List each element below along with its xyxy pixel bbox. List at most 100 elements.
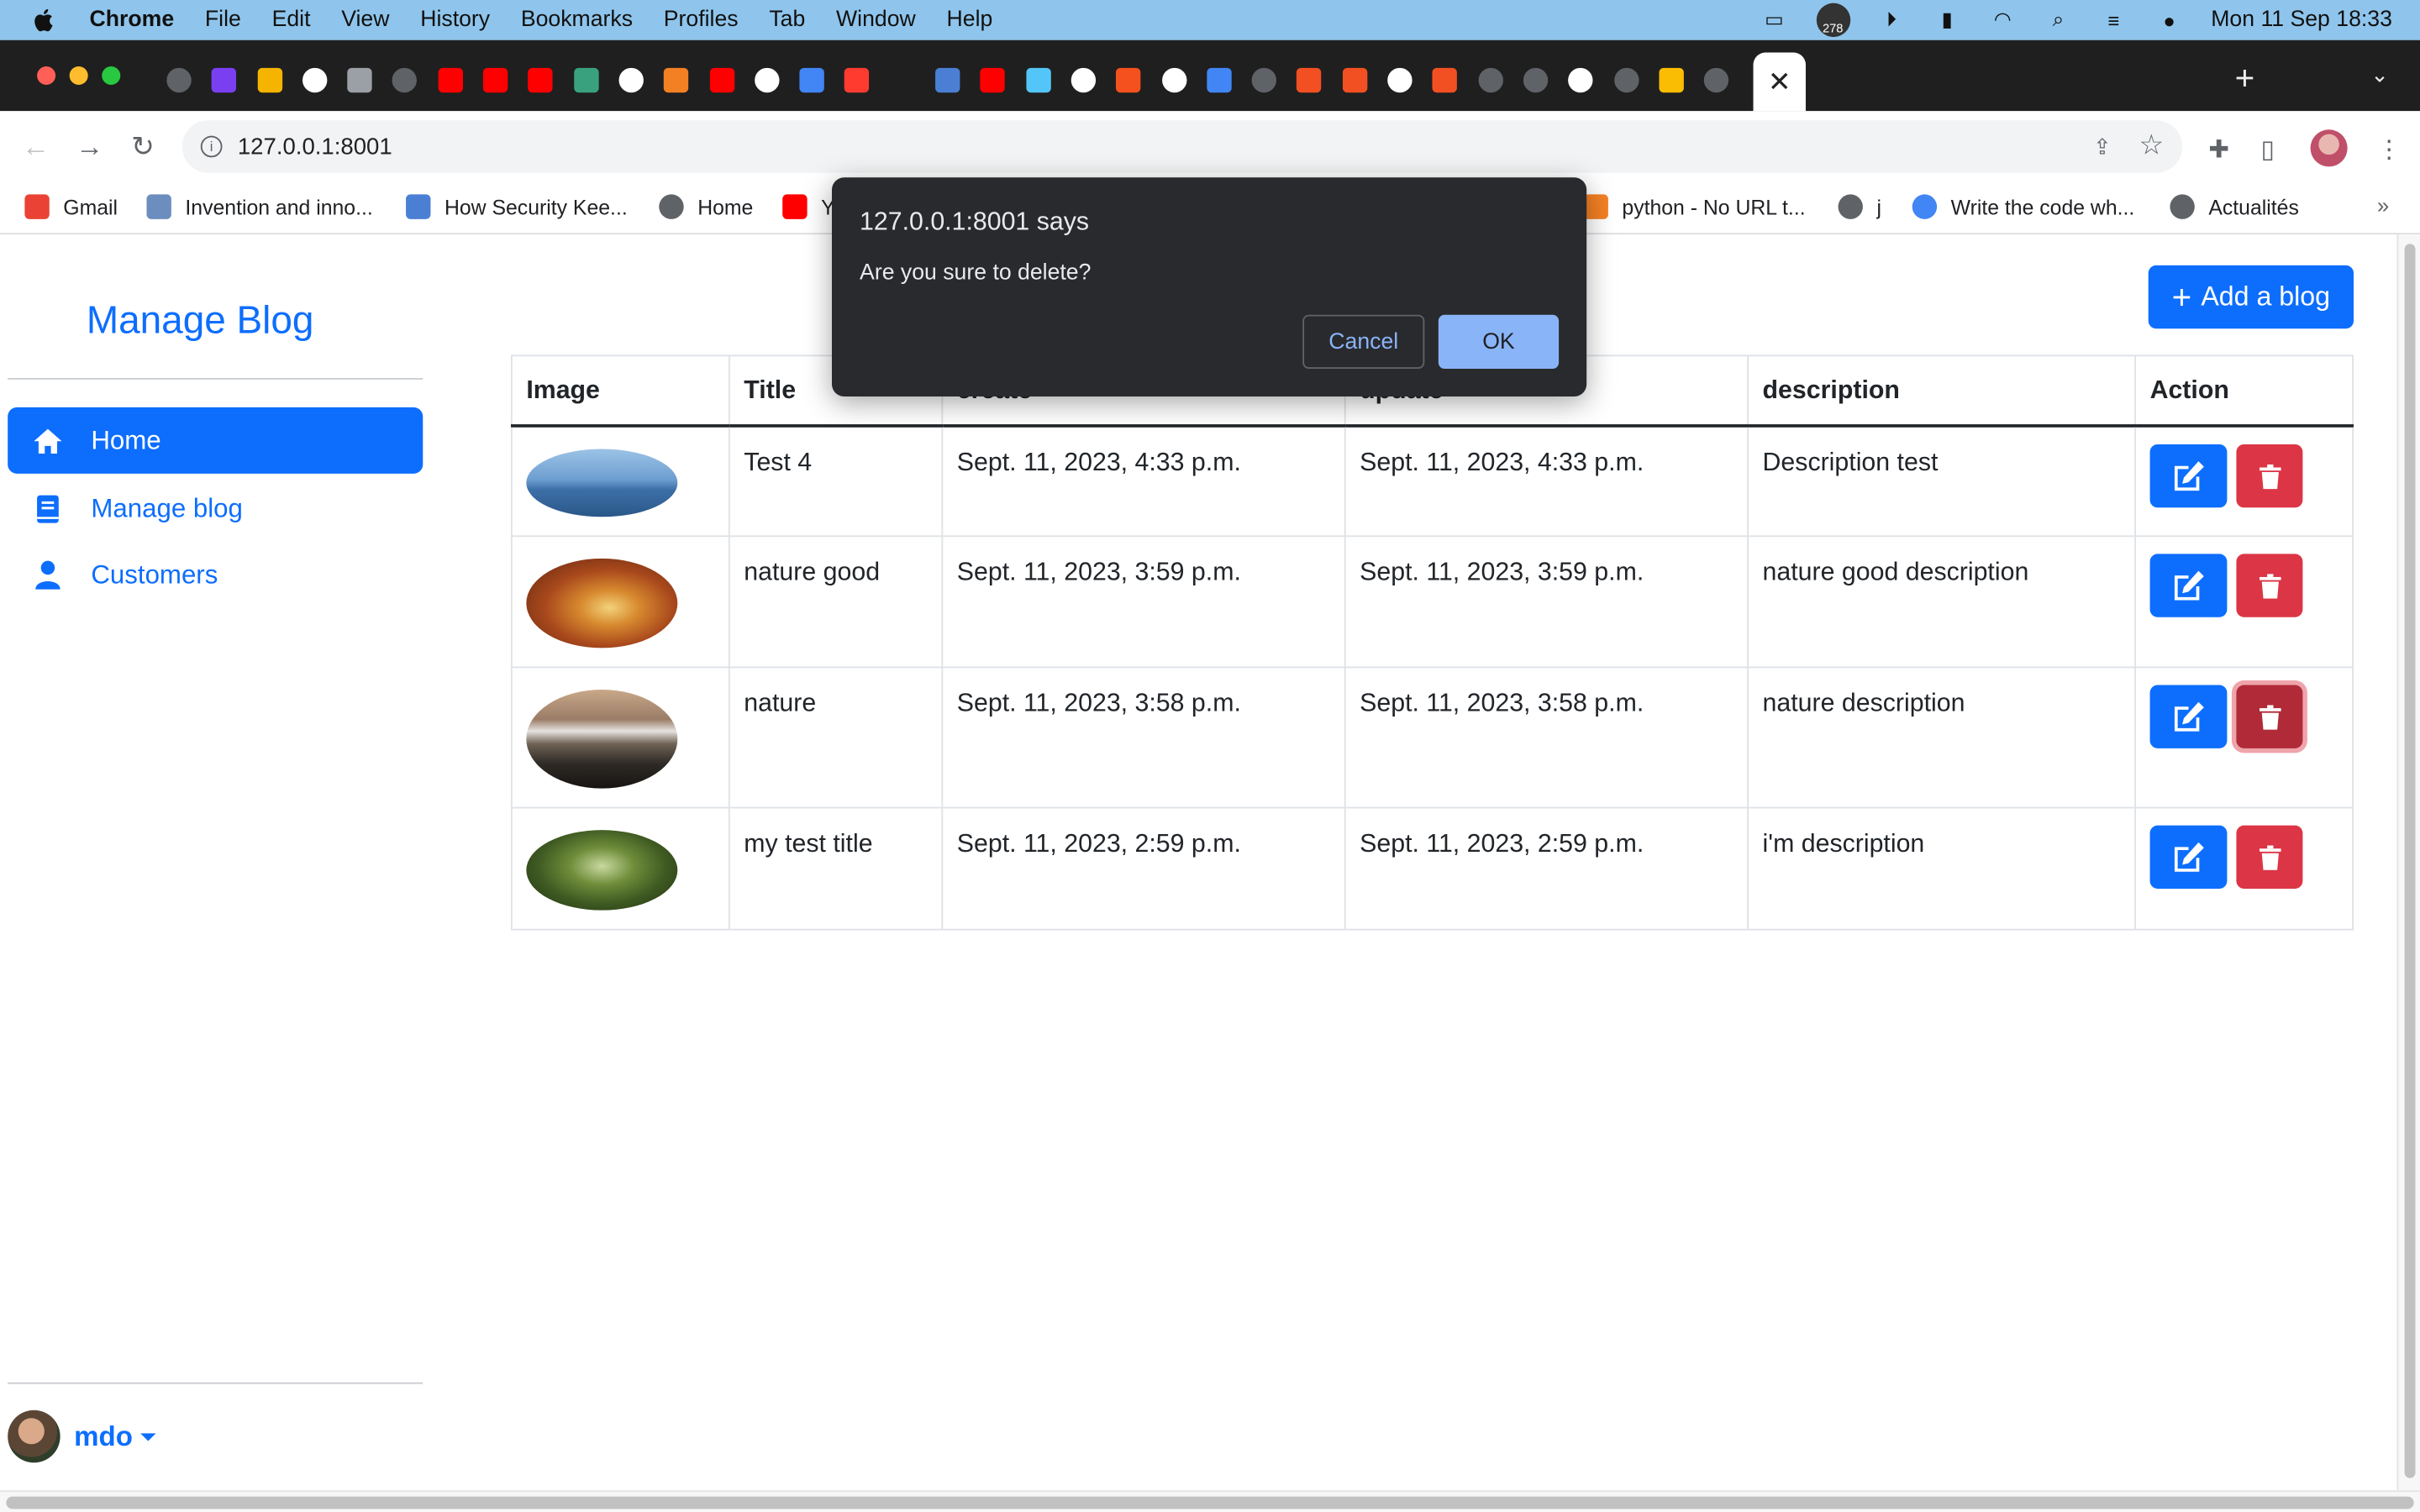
bookmark-item[interactable]: Invention and inno... (146, 194, 373, 219)
address-bar[interactable]: i 127.0.0.1:8001 ⇪ ☆ (182, 120, 2183, 173)
menu-tab[interactable]: Tab (769, 8, 805, 32)
menu-window[interactable]: Window (836, 8, 916, 32)
tab-favicon-icon[interactable] (1161, 67, 1186, 93)
site-info-icon[interactable]: i (200, 135, 223, 158)
tab-favicon-icon[interactable] (980, 67, 1006, 93)
tab-favicon-icon[interactable] (392, 67, 418, 93)
menu-profiles[interactable]: Profiles (664, 8, 739, 32)
scrollbar-thumb[interactable] (2404, 244, 2416, 1478)
tab-favicon-icon[interactable] (754, 67, 780, 93)
tab-search-chevron-icon[interactable]: ⌄ (2370, 61, 2389, 87)
play-icon[interactable]: ⏵ (1877, 8, 1905, 31)
delete-button[interactable] (2236, 554, 2303, 617)
close-window-icon[interactable] (37, 66, 56, 86)
tab-favicon-icon[interactable] (212, 67, 237, 93)
bookmark-item[interactable]: Gmail (24, 194, 118, 219)
share-icon[interactable]: ⇪ (2093, 134, 2112, 160)
profile-avatar[interactable] (2310, 129, 2348, 167)
tab-favicon-icon[interactable] (709, 67, 734, 93)
tab-favicon-icon[interactable] (1207, 67, 1232, 93)
menu-app-name[interactable]: Chrome (90, 8, 175, 32)
tab-favicon-icon[interactable] (1477, 67, 1503, 93)
sidebar-title[interactable]: Manage Blog (87, 299, 314, 344)
bookmark-star-icon[interactable]: ☆ (2139, 129, 2164, 162)
new-tab-icon[interactable]: + (2235, 59, 2255, 99)
bookmark-item[interactable]: Home (659, 194, 753, 219)
side-panel-icon[interactable]: ▯ (2261, 134, 2275, 165)
tab-favicon-icon[interactable] (302, 67, 328, 93)
tab-favicon-icon[interactable] (1251, 67, 1277, 93)
tab-favicon-icon[interactable] (573, 67, 599, 93)
more-bookmarks-icon[interactable]: » (2377, 193, 2389, 218)
menu-view[interactable]: View (341, 8, 389, 32)
menu-file[interactable]: File (205, 8, 241, 32)
menu-help[interactable]: Help (947, 8, 993, 32)
reload-icon[interactable]: ↻ (131, 131, 155, 164)
tab-favicon-icon[interactable] (347, 67, 372, 93)
kebab-menu-icon[interactable]: ⋮ (2377, 134, 2402, 165)
edit-button[interactable] (2149, 554, 2228, 617)
cancel-button[interactable]: Cancel (1302, 314, 1425, 369)
ok-button[interactable]: OK (1438, 314, 1560, 369)
scrollbar-thumb[interactable] (6, 1496, 2414, 1509)
tab-favicon-icon[interactable] (1523, 67, 1549, 93)
bookmark-item[interactable]: Actualités (2170, 194, 2299, 219)
tab-favicon-icon[interactable] (935, 67, 960, 93)
tab-favicon-icon[interactable] (483, 67, 508, 93)
screen-mirroring-icon[interactable]: ▭ (1760, 8, 1788, 31)
active-tab[interactable]: ✕ (1753, 52, 1806, 112)
sidebar-item-manage-blog[interactable]: Manage blog (8, 475, 423, 542)
tab-favicon-icon[interactable] (1659, 67, 1684, 93)
tab-favicon-icon[interactable] (664, 67, 689, 93)
tab-favicon-icon[interactable] (1297, 67, 1323, 93)
tab-favicon-icon[interactable] (844, 67, 870, 93)
apple-logo-icon[interactable] (31, 6, 59, 34)
user-dropdown[interactable]: mdo (8, 1410, 156, 1463)
tab-favicon-icon[interactable] (1568, 67, 1593, 93)
edit-button[interactable] (2149, 825, 2228, 889)
tab-favicon-icon[interactable] (1433, 67, 1458, 93)
clock[interactable]: Mon 11 Sep 18:33 (2211, 8, 2392, 32)
edit-button[interactable] (2149, 444, 2228, 508)
control-center-icon[interactable]: ≡ (2100, 8, 2128, 32)
close-tab-icon[interactable]: ✕ (1768, 66, 1791, 98)
tab-favicon-icon[interactable] (1116, 67, 1141, 93)
tab-favicon-icon[interactable] (256, 67, 282, 93)
sidebar-item-customers[interactable]: Customers (8, 542, 423, 608)
bookmark-item[interactable]: j (1838, 194, 1881, 219)
bookmark-item[interactable]: python - No URL t... (1583, 194, 1806, 219)
forward-icon[interactable]: → (76, 131, 103, 164)
sidebar-item-home[interactable]: Home (8, 407, 424, 474)
battery-icon[interactable]: ▮ (1933, 8, 1961, 31)
back-icon[interactable]: ← (22, 131, 50, 164)
tab-favicon-icon[interactable] (1071, 67, 1096, 93)
tab-favicon-icon[interactable] (1025, 67, 1051, 93)
vertical-scrollbar[interactable] (2396, 234, 2420, 1491)
tab-favicon-icon[interactable] (890, 67, 915, 93)
delete-button[interactable] (2236, 685, 2303, 748)
menu-edit[interactable]: Edit (272, 8, 311, 32)
tab-favicon-icon[interactable] (1387, 67, 1413, 93)
bookmark-item[interactable]: Y (782, 194, 835, 219)
edit-button[interactable] (2149, 685, 2228, 748)
extensions-icon[interactable]: ✚ (2208, 134, 2229, 165)
add-blog-button[interactable]: + Add a blog (2148, 265, 2354, 329)
menu-history[interactable]: History (420, 8, 490, 32)
tab-favicon-icon[interactable] (438, 67, 463, 93)
notification-count-icon[interactable]: 278 (1816, 3, 1850, 38)
siri-icon[interactable]: ● (2155, 8, 2183, 32)
tab-favicon-icon[interactable] (618, 67, 644, 93)
wifi-icon[interactable]: ◠ (1989, 8, 2017, 31)
horizontal-scrollbar[interactable] (0, 1490, 2420, 1512)
zoom-window-icon[interactable] (102, 66, 121, 86)
address-url[interactable]: 127.0.0.1:8001 (238, 134, 392, 160)
minimize-window-icon[interactable] (69, 66, 88, 86)
tab-favicon-icon[interactable] (1613, 67, 1639, 93)
bookmark-item[interactable]: How Security Kee... (406, 194, 628, 219)
delete-button[interactable] (2236, 444, 2303, 508)
tab-favicon-icon[interactable] (1703, 67, 1729, 93)
search-icon[interactable]: ⌕ (2044, 8, 2072, 31)
tab-favicon-icon[interactable] (528, 67, 554, 93)
menu-bookmarks[interactable]: Bookmarks (521, 8, 633, 32)
bookmark-item[interactable]: Write the code wh... (1912, 194, 2134, 219)
